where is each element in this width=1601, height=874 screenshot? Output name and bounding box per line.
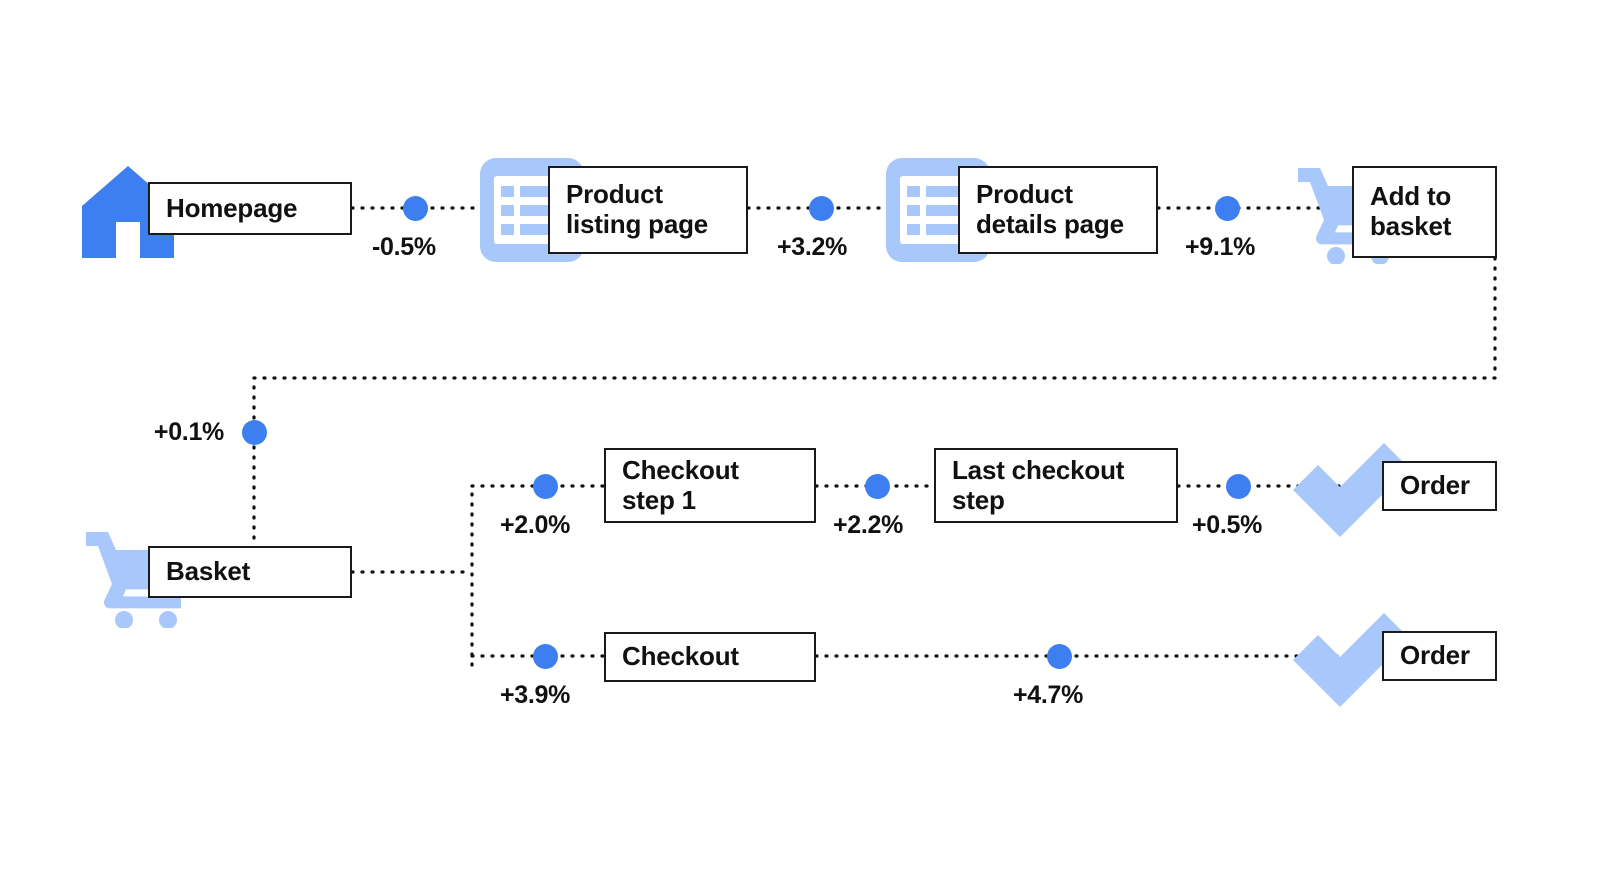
node-label: Homepage [166, 192, 298, 223]
transition-value-lcs-order: +0.5% [1192, 511, 1263, 539]
transition-value-basket-cs1: +2.0% [500, 511, 571, 539]
transition-dot-lcs-order[interactable] [1226, 474, 1251, 499]
node-label: Checkout step 1 [622, 454, 739, 515]
transition-dot-atb-basket[interactable] [242, 420, 267, 445]
node-label: Add to basket [1370, 181, 1452, 241]
node-label: Checkout [622, 641, 739, 672]
node-label: Basket [166, 556, 251, 587]
node-checkout-step-1[interactable]: Checkout step 1 [604, 448, 816, 523]
node-basket[interactable]: Basket [148, 546, 352, 598]
node-label: Last checkout step [952, 454, 1125, 515]
node-product-details-page[interactable]: Product details page [958, 166, 1158, 254]
node-last-checkout-step[interactable]: Last checkout step [934, 448, 1178, 523]
node-homepage[interactable]: Homepage [148, 182, 352, 235]
node-checkout[interactable]: Checkout [604, 632, 816, 682]
transition-value-atb-basket: +0.1% [153, 418, 224, 446]
transition-value-checkout-order: +4.7% [1013, 681, 1084, 709]
transition-value-homepage-plp: -0.5% [372, 233, 436, 261]
node-order-top[interactable]: Order [1382, 461, 1497, 511]
transition-dot-pdp-atb[interactable] [1215, 196, 1240, 221]
node-label: Order [1400, 470, 1470, 501]
funnel-diagram: Homepage Product listing page Product de… [0, 0, 1601, 874]
node-product-listing-page[interactable]: Product listing page [548, 166, 748, 254]
node-order-bottom[interactable]: Order [1382, 631, 1497, 681]
transition-dot-cs1-lcs[interactable] [865, 474, 890, 499]
node-label: Product details page [976, 179, 1124, 239]
transition-value-cs1-lcs: +2.2% [833, 511, 904, 539]
transition-value-plp-pdp: +3.2% [777, 233, 848, 261]
transition-dot-homepage-plp[interactable] [403, 196, 428, 221]
transition-value-pdp-atb: +9.1% [1185, 233, 1256, 261]
node-label: Order [1400, 640, 1470, 671]
transition-dot-basket-cs1[interactable] [533, 474, 558, 499]
transition-dot-checkout-order[interactable] [1047, 644, 1072, 669]
node-label: Product listing page [566, 179, 709, 239]
node-add-to-basket[interactable]: Add to basket [1352, 166, 1497, 258]
transition-dot-plp-pdp[interactable] [809, 196, 834, 221]
transition-value-basket-checkout: +3.9% [500, 681, 571, 709]
transition-dot-basket-checkout[interactable] [533, 644, 558, 669]
